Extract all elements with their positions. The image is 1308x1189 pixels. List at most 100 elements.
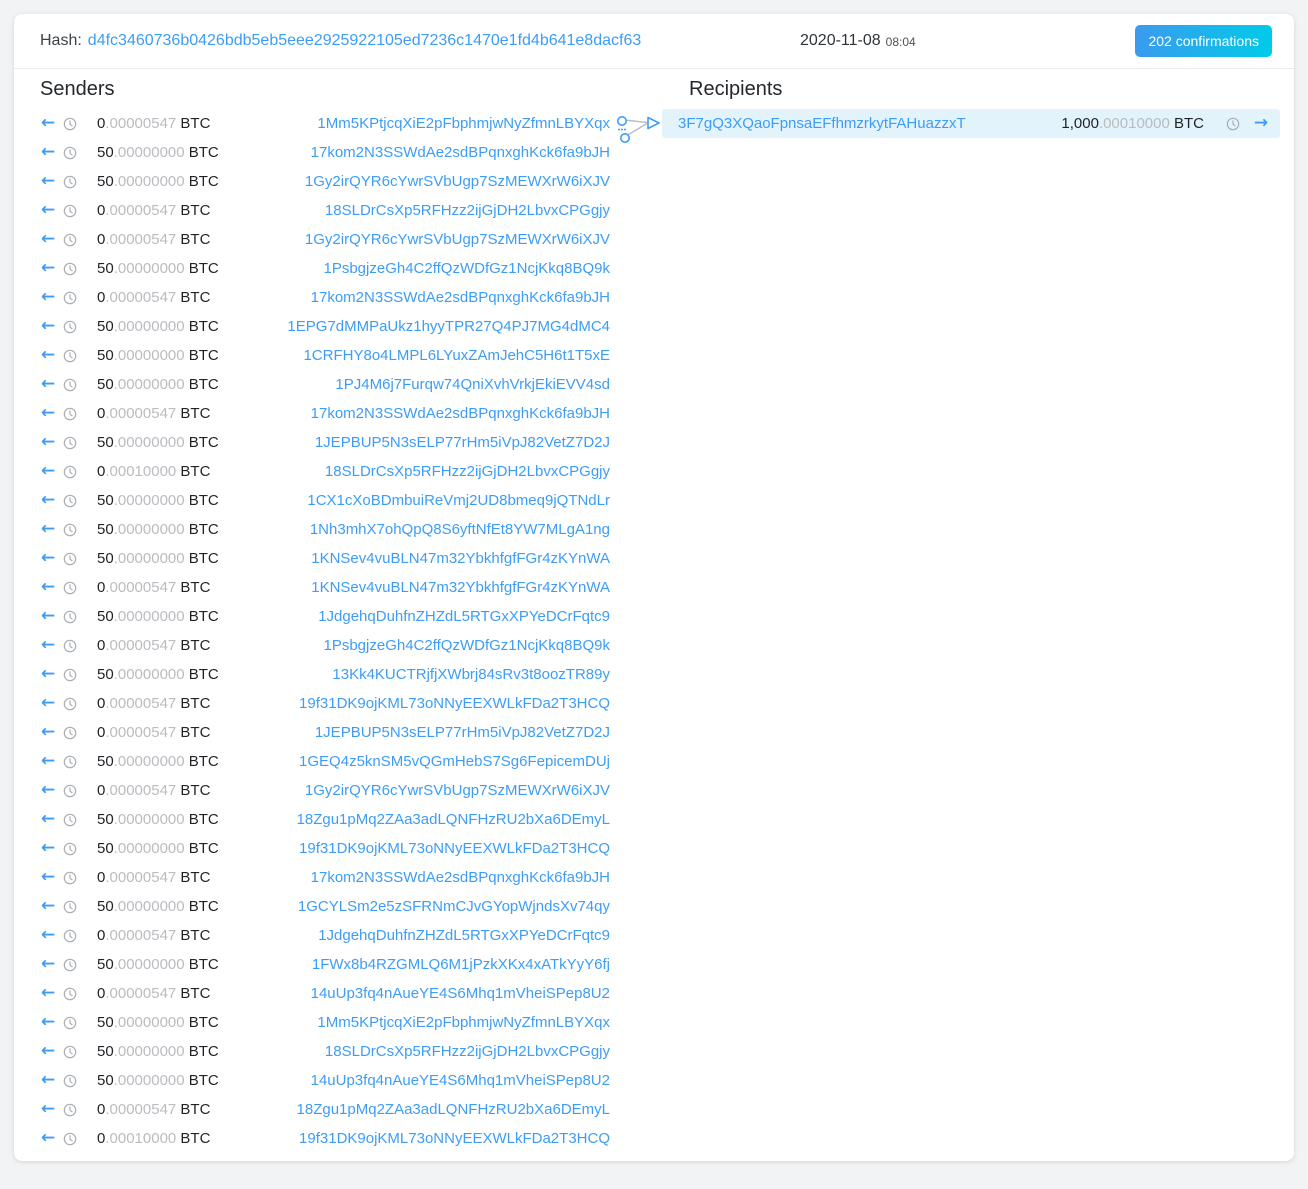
- sender-address-link[interactable]: 1FWx8b4RZGMLQ6M1jPzkXKx4xATkYyY6fj: [312, 956, 610, 973]
- sender-address-link[interactable]: 18SLDrCsXp5RFHzz2ijGjDH2LbvxCPGgjy: [325, 1043, 610, 1060]
- sender-address-link[interactable]: 1Mm5KPtjcqXiE2pFbphmjwNyZfmnLBYXqx: [317, 115, 610, 132]
- incoming-arrow-icon[interactable]: ←: [40, 289, 56, 306]
- incoming-arrow-icon[interactable]: ←: [40, 260, 56, 277]
- clock-icon: [63, 175, 77, 189]
- incoming-arrow-icon[interactable]: ←: [40, 144, 56, 161]
- transaction-time: 08:04: [886, 33, 916, 49]
- sender-row: ← 50.00000000 BTC 14uUp3fq4nAueYE4S6Mhq1…: [40, 1066, 610, 1095]
- incoming-arrow-icon[interactable]: ←: [40, 608, 56, 625]
- sender-address-link[interactable]: 1JdgehqDuhfnZHZdL5RTGxXPYeDCrFqtc9: [318, 927, 610, 944]
- sender-row: ← 50.00000000 BTC 1JdgehqDuhfnZHZdL5RTGx…: [40, 602, 610, 631]
- sender-address-link[interactable]: 1CX1cXoBDmbuiReVmj2UD8bmeq9jQTNdLr: [307, 492, 610, 509]
- incoming-arrow-icon[interactable]: ←: [40, 1130, 56, 1147]
- date-block: 2020-11-08 08:04: [800, 14, 916, 68]
- sender-address-link[interactable]: 1PsbgjzeGh4C2ffQzWDfGz1NcjKkq8BQ9k: [323, 637, 610, 654]
- sender-address-link[interactable]: 1EPG7dMMPaUkz1hyyTPR27Q4PJ7MG4dMC4: [287, 318, 610, 335]
- sender-amount: 0.00000547 BTC: [97, 637, 210, 654]
- incoming-arrow-icon[interactable]: ←: [40, 376, 56, 393]
- clock-icon: [63, 697, 77, 711]
- sender-address-link[interactable]: 19f31DK9ojKML73oNNyEEXWLkFDa2T3HCQ: [299, 1130, 610, 1147]
- incoming-arrow-icon[interactable]: ←: [40, 202, 56, 219]
- incoming-arrow-icon[interactable]: ←: [40, 463, 56, 480]
- incoming-arrow-icon[interactable]: ←: [40, 521, 56, 538]
- sender-amount: 0.00000547 BTC: [97, 1101, 210, 1118]
- sender-address-link[interactable]: 17kom2N3SSWdAe2sdBPqnxghKck6fa9bJH: [311, 869, 610, 886]
- sender-address-link[interactable]: 1JdgehqDuhfnZHZdL5RTGxXPYeDCrFqtc9: [318, 608, 610, 625]
- sender-amount: 0.00000547 BTC: [97, 289, 210, 306]
- incoming-arrow-icon[interactable]: ←: [40, 1043, 56, 1060]
- sender-address-link[interactable]: 17kom2N3SSWdAe2sdBPqnxghKck6fa9bJH: [311, 405, 610, 422]
- sender-address-link[interactable]: 1Gy2irQYR6cYwrSVbUgp7SzMEWXrW6iXJV: [305, 782, 610, 799]
- incoming-arrow-icon[interactable]: ←: [40, 637, 56, 654]
- incoming-arrow-icon[interactable]: ←: [40, 695, 56, 712]
- incoming-arrow-icon[interactable]: ←: [40, 927, 56, 944]
- sender-row: ← 0.00000547 BTC 1Gy2irQYR6cYwrSVbUgp7Sz…: [40, 225, 610, 254]
- incoming-arrow-icon[interactable]: ←: [40, 434, 56, 451]
- sender-row: ← 0.00000547 BTC 14uUp3fq4nAueYE4S6Mhq1m…: [40, 979, 610, 1008]
- incoming-arrow-icon[interactable]: ←: [40, 985, 56, 1002]
- sender-address-link[interactable]: 1Nh3mhX7ohQpQ8S6yftNfEt8YW7MLgA1ng: [310, 521, 610, 538]
- incoming-arrow-icon[interactable]: ←: [40, 898, 56, 915]
- sender-address-link[interactable]: 17kom2N3SSWdAe2sdBPqnxghKck6fa9bJH: [311, 144, 610, 161]
- incoming-arrow-icon[interactable]: ←: [40, 782, 56, 799]
- sender-address-link[interactable]: 1PJ4M6j7Furqw74QniXvhVrkjEkiEVV4sd: [335, 376, 610, 393]
- sender-address-link[interactable]: 1CRFHY8o4LMPL6LYuxZAmJehC5H6t1T5xE: [303, 347, 610, 364]
- incoming-arrow-icon[interactable]: ←: [40, 492, 56, 509]
- incoming-arrow-icon[interactable]: ←: [40, 347, 56, 364]
- sender-address-link[interactable]: 1Gy2irQYR6cYwrSVbUgp7SzMEWXrW6iXJV: [305, 173, 610, 190]
- sender-address-link[interactable]: 18Zgu1pMq2ZAa3adLQNFHzRU2bXa6DEmyL: [297, 1101, 610, 1118]
- incoming-arrow-icon[interactable]: ←: [40, 1101, 56, 1118]
- sender-address-link[interactable]: 13Kk4KUCTRjfjXWbrj84sRv3t8oozTR89y: [332, 666, 610, 683]
- incoming-arrow-icon[interactable]: ←: [40, 550, 56, 567]
- sender-address-link[interactable]: 1PsbgjzeGh4C2ffQzWDfGz1NcjKkq8BQ9k: [323, 260, 610, 277]
- hash-link[interactable]: d4fc3460736b0426bdb5eb5eee2925922105ed72…: [88, 32, 641, 50]
- sender-row: ← 0.00010000 BTC 19f31DK9ojKML73oNNyEEXW…: [40, 1124, 610, 1153]
- sender-address-link[interactable]: 1JEPBUP5N3sELP77rHm5iVpJ82VetZ7D2J: [315, 724, 610, 741]
- incoming-arrow-icon[interactable]: ←: [40, 405, 56, 422]
- incoming-arrow-icon[interactable]: ←: [40, 666, 56, 683]
- sender-address-link[interactable]: 1Gy2irQYR6cYwrSVbUgp7SzMEWXrW6iXJV: [305, 231, 610, 248]
- sender-amount: 0.00000547 BTC: [97, 724, 210, 741]
- incoming-arrow-icon[interactable]: ←: [40, 115, 56, 132]
- incoming-arrow-icon[interactable]: ←: [40, 869, 56, 886]
- sender-amount: 0.00000547 BTC: [97, 782, 210, 799]
- sender-row: ← 0.00000547 BTC 1JEPBUP5N3sELP77rHm5iVp…: [40, 718, 610, 747]
- sender-address-link[interactable]: 14uUp3fq4nAueYE4S6Mhq1mVheiSPep8U2: [311, 1072, 610, 1089]
- sender-row: ← 0.00000547 BTC 19f31DK9ojKML73oNNyEEXW…: [40, 689, 610, 718]
- clock-icon: [63, 813, 77, 827]
- incoming-arrow-icon[interactable]: ←: [40, 231, 56, 248]
- sender-address-link[interactable]: 1Mm5KPtjcqXiE2pFbphmjwNyZfmnLBYXqx: [317, 1014, 610, 1031]
- sender-address-link[interactable]: 19f31DK9ojKML73oNNyEEXWLkFDa2T3HCQ: [299, 840, 610, 857]
- sender-address-link[interactable]: 18Zgu1pMq2ZAa3adLQNFHzRU2bXa6DEmyL: [297, 811, 610, 828]
- incoming-arrow-icon[interactable]: ←: [40, 956, 56, 973]
- sender-row: ← 50.00000000 BTC 13Kk4KUCTRjfjXWbrj84sR…: [40, 660, 610, 689]
- sender-row: ← 50.00000000 BTC 1EPG7dMMPaUkz1hyyTPR27…: [40, 312, 610, 341]
- sender-address-link[interactable]: 18SLDrCsXp5RFHzz2ijGjDH2LbvxCPGgjy: [325, 202, 610, 219]
- sender-address-link[interactable]: 14uUp3fq4nAueYE4S6Mhq1mVheiSPep8U2: [311, 985, 610, 1002]
- sender-address-link[interactable]: 1GCYLSm2e5zSFRNmCJvGYopWjndsXv74qy: [298, 898, 610, 915]
- sender-row: ← 0.00000547 BTC 1KNSev4vuBLN47m32Ybkhfg…: [40, 573, 610, 602]
- sender-row: ← 50.00000000 BTC 1Gy2irQYR6cYwrSVbUgp7S…: [40, 167, 610, 196]
- incoming-arrow-icon[interactable]: ←: [40, 1014, 56, 1031]
- sender-address-link[interactable]: 1KNSev4vuBLN47m32YbkhfgfFGr4zKYnWA: [311, 550, 610, 567]
- incoming-arrow-icon[interactable]: ←: [40, 840, 56, 857]
- sender-amount: 50.00000000 BTC: [97, 318, 219, 335]
- incoming-arrow-icon[interactable]: ←: [40, 318, 56, 335]
- incoming-arrow-icon[interactable]: ←: [40, 753, 56, 770]
- incoming-arrow-icon[interactable]: ←: [40, 579, 56, 596]
- sender-address-link[interactable]: 18SLDrCsXp5RFHzz2ijGjDH2LbvxCPGgjy: [325, 463, 610, 480]
- incoming-arrow-icon[interactable]: ←: [40, 1072, 56, 1089]
- clock-icon: [63, 233, 77, 247]
- sender-address-link[interactable]: 1GEQ4z5knSM5vQGmHebS7Sg6FepicemDUj: [299, 753, 610, 770]
- sender-address-link[interactable]: 17kom2N3SSWdAe2sdBPqnxghKck6fa9bJH: [311, 289, 610, 306]
- incoming-arrow-icon[interactable]: ←: [40, 173, 56, 190]
- incoming-arrow-icon[interactable]: ←: [40, 724, 56, 741]
- sender-address-link[interactable]: 1JEPBUP5N3sELP77rHm5iVpJ82VetZ7D2J: [315, 434, 610, 451]
- sender-address-link[interactable]: 19f31DK9ojKML73oNNyEEXWLkFDa2T3HCQ: [299, 695, 610, 712]
- recipient-address-link[interactable]: 3F7gQ3XQaoFpnsaEFfhmzrkytFAHuazzxT: [678, 115, 966, 132]
- incoming-arrow-icon[interactable]: ←: [40, 811, 56, 828]
- sender-amount: 0.00010000 BTC: [97, 463, 210, 480]
- sender-address-link[interactable]: 1KNSev4vuBLN47m32YbkhfgfFGr4zKYnWA: [311, 579, 610, 596]
- outgoing-arrow-icon[interactable]: →: [1252, 115, 1270, 132]
- sender-row: ← 50.00000000 BTC 1Mm5KPtjcqXiE2pFbphmjw…: [40, 1008, 610, 1037]
